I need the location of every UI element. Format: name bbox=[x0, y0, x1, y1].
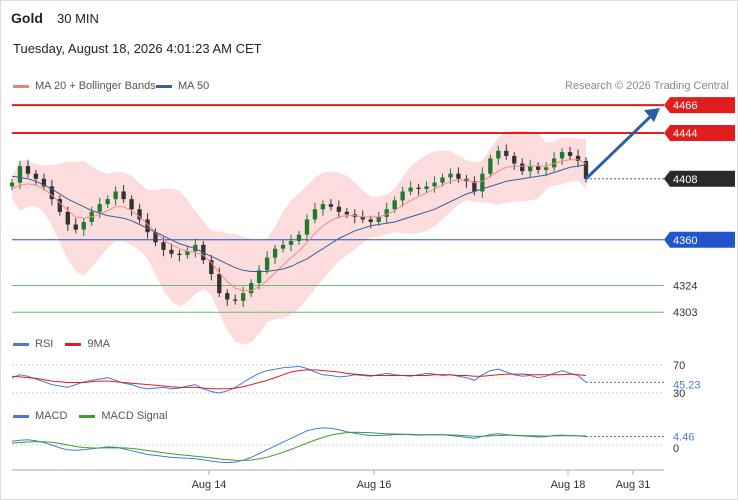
x-tick-label-0: Aug 14 bbox=[192, 479, 227, 491]
candle-body bbox=[233, 299, 238, 301]
macd-tick-0: 0 bbox=[673, 443, 679, 455]
macd-line bbox=[11, 427, 587, 464]
candle-body bbox=[416, 187, 421, 189]
candle-body bbox=[25, 166, 31, 174]
candle-body bbox=[536, 166, 541, 170]
candle-body bbox=[456, 173, 461, 179]
candle-body bbox=[17, 166, 23, 183]
candle-body bbox=[392, 200, 397, 210]
candle-body bbox=[97, 204, 102, 212]
candle-body bbox=[249, 282, 254, 294]
candle-body bbox=[528, 166, 533, 172]
candle-body bbox=[512, 155, 517, 164]
candle-body bbox=[400, 191, 405, 201]
candle-body bbox=[520, 163, 525, 172]
candle-body bbox=[217, 274, 222, 294]
candle-body bbox=[336, 206, 342, 212]
candle-body bbox=[543, 167, 549, 170]
candle-body bbox=[225, 293, 230, 300]
level-label-4466: 4466 bbox=[673, 100, 697, 112]
forecast-arrow-shaft bbox=[584, 114, 654, 180]
candle-body bbox=[408, 187, 413, 192]
x-tick-label-1: Aug 16 bbox=[357, 479, 392, 491]
candle-body bbox=[424, 186, 429, 189]
x-tick-label-3: Aug 31 bbox=[616, 479, 651, 491]
candle-body bbox=[113, 191, 118, 200]
candle-body bbox=[304, 219, 310, 235]
candle-body bbox=[488, 158, 493, 174]
candle-body bbox=[344, 211, 349, 215]
level-label-4444: 4444 bbox=[673, 128, 697, 140]
candle-body bbox=[121, 191, 126, 200]
candle-body bbox=[105, 199, 110, 205]
candle-body bbox=[9, 182, 15, 187]
candle-body bbox=[448, 173, 453, 178]
candle-body bbox=[368, 219, 373, 222]
candle-body bbox=[256, 270, 262, 283]
candle-body bbox=[129, 199, 134, 210]
candle-body bbox=[496, 150, 501, 159]
level-label-4360: 4360 bbox=[673, 235, 697, 247]
candle-body bbox=[296, 234, 302, 242]
candle-body bbox=[288, 241, 294, 245]
candle-body bbox=[161, 242, 166, 250]
candle-body bbox=[33, 173, 39, 179]
candle-body bbox=[264, 257, 270, 271]
candle-body bbox=[440, 177, 445, 183]
candle-body bbox=[280, 244, 286, 249]
candle-body bbox=[65, 211, 70, 225]
level-label-4408: 4408 bbox=[673, 174, 697, 186]
candle-body bbox=[241, 293, 246, 301]
candle-body bbox=[567, 152, 573, 156]
rsi-tick-70: 70 bbox=[673, 360, 685, 372]
macd-signal-line bbox=[11, 431, 587, 461]
candle-body bbox=[312, 209, 318, 220]
candle-body bbox=[81, 221, 86, 230]
candle-body bbox=[432, 182, 437, 187]
candle-body bbox=[328, 204, 334, 207]
candle-body bbox=[73, 224, 78, 230]
level-label-4324: 4324 bbox=[673, 281, 697, 293]
candle-body bbox=[320, 204, 326, 210]
rsi-last-value: 45.23 bbox=[673, 379, 701, 391]
x-tick-label-2: Aug 18 bbox=[551, 479, 586, 491]
candle-body bbox=[559, 152, 565, 159]
candle-body bbox=[177, 253, 182, 256]
candle-body bbox=[384, 209, 389, 217]
candle-body bbox=[169, 249, 174, 254]
macd-last-value: 4.46 bbox=[673, 432, 694, 444]
candle-body bbox=[504, 150, 509, 156]
candle-body bbox=[376, 216, 381, 222]
level-label-4303: 4303 bbox=[673, 307, 697, 319]
chart-canvas: 446644444408436043244303703045.2304.46Au… bbox=[9, 97, 735, 491]
candle-body bbox=[272, 248, 278, 258]
